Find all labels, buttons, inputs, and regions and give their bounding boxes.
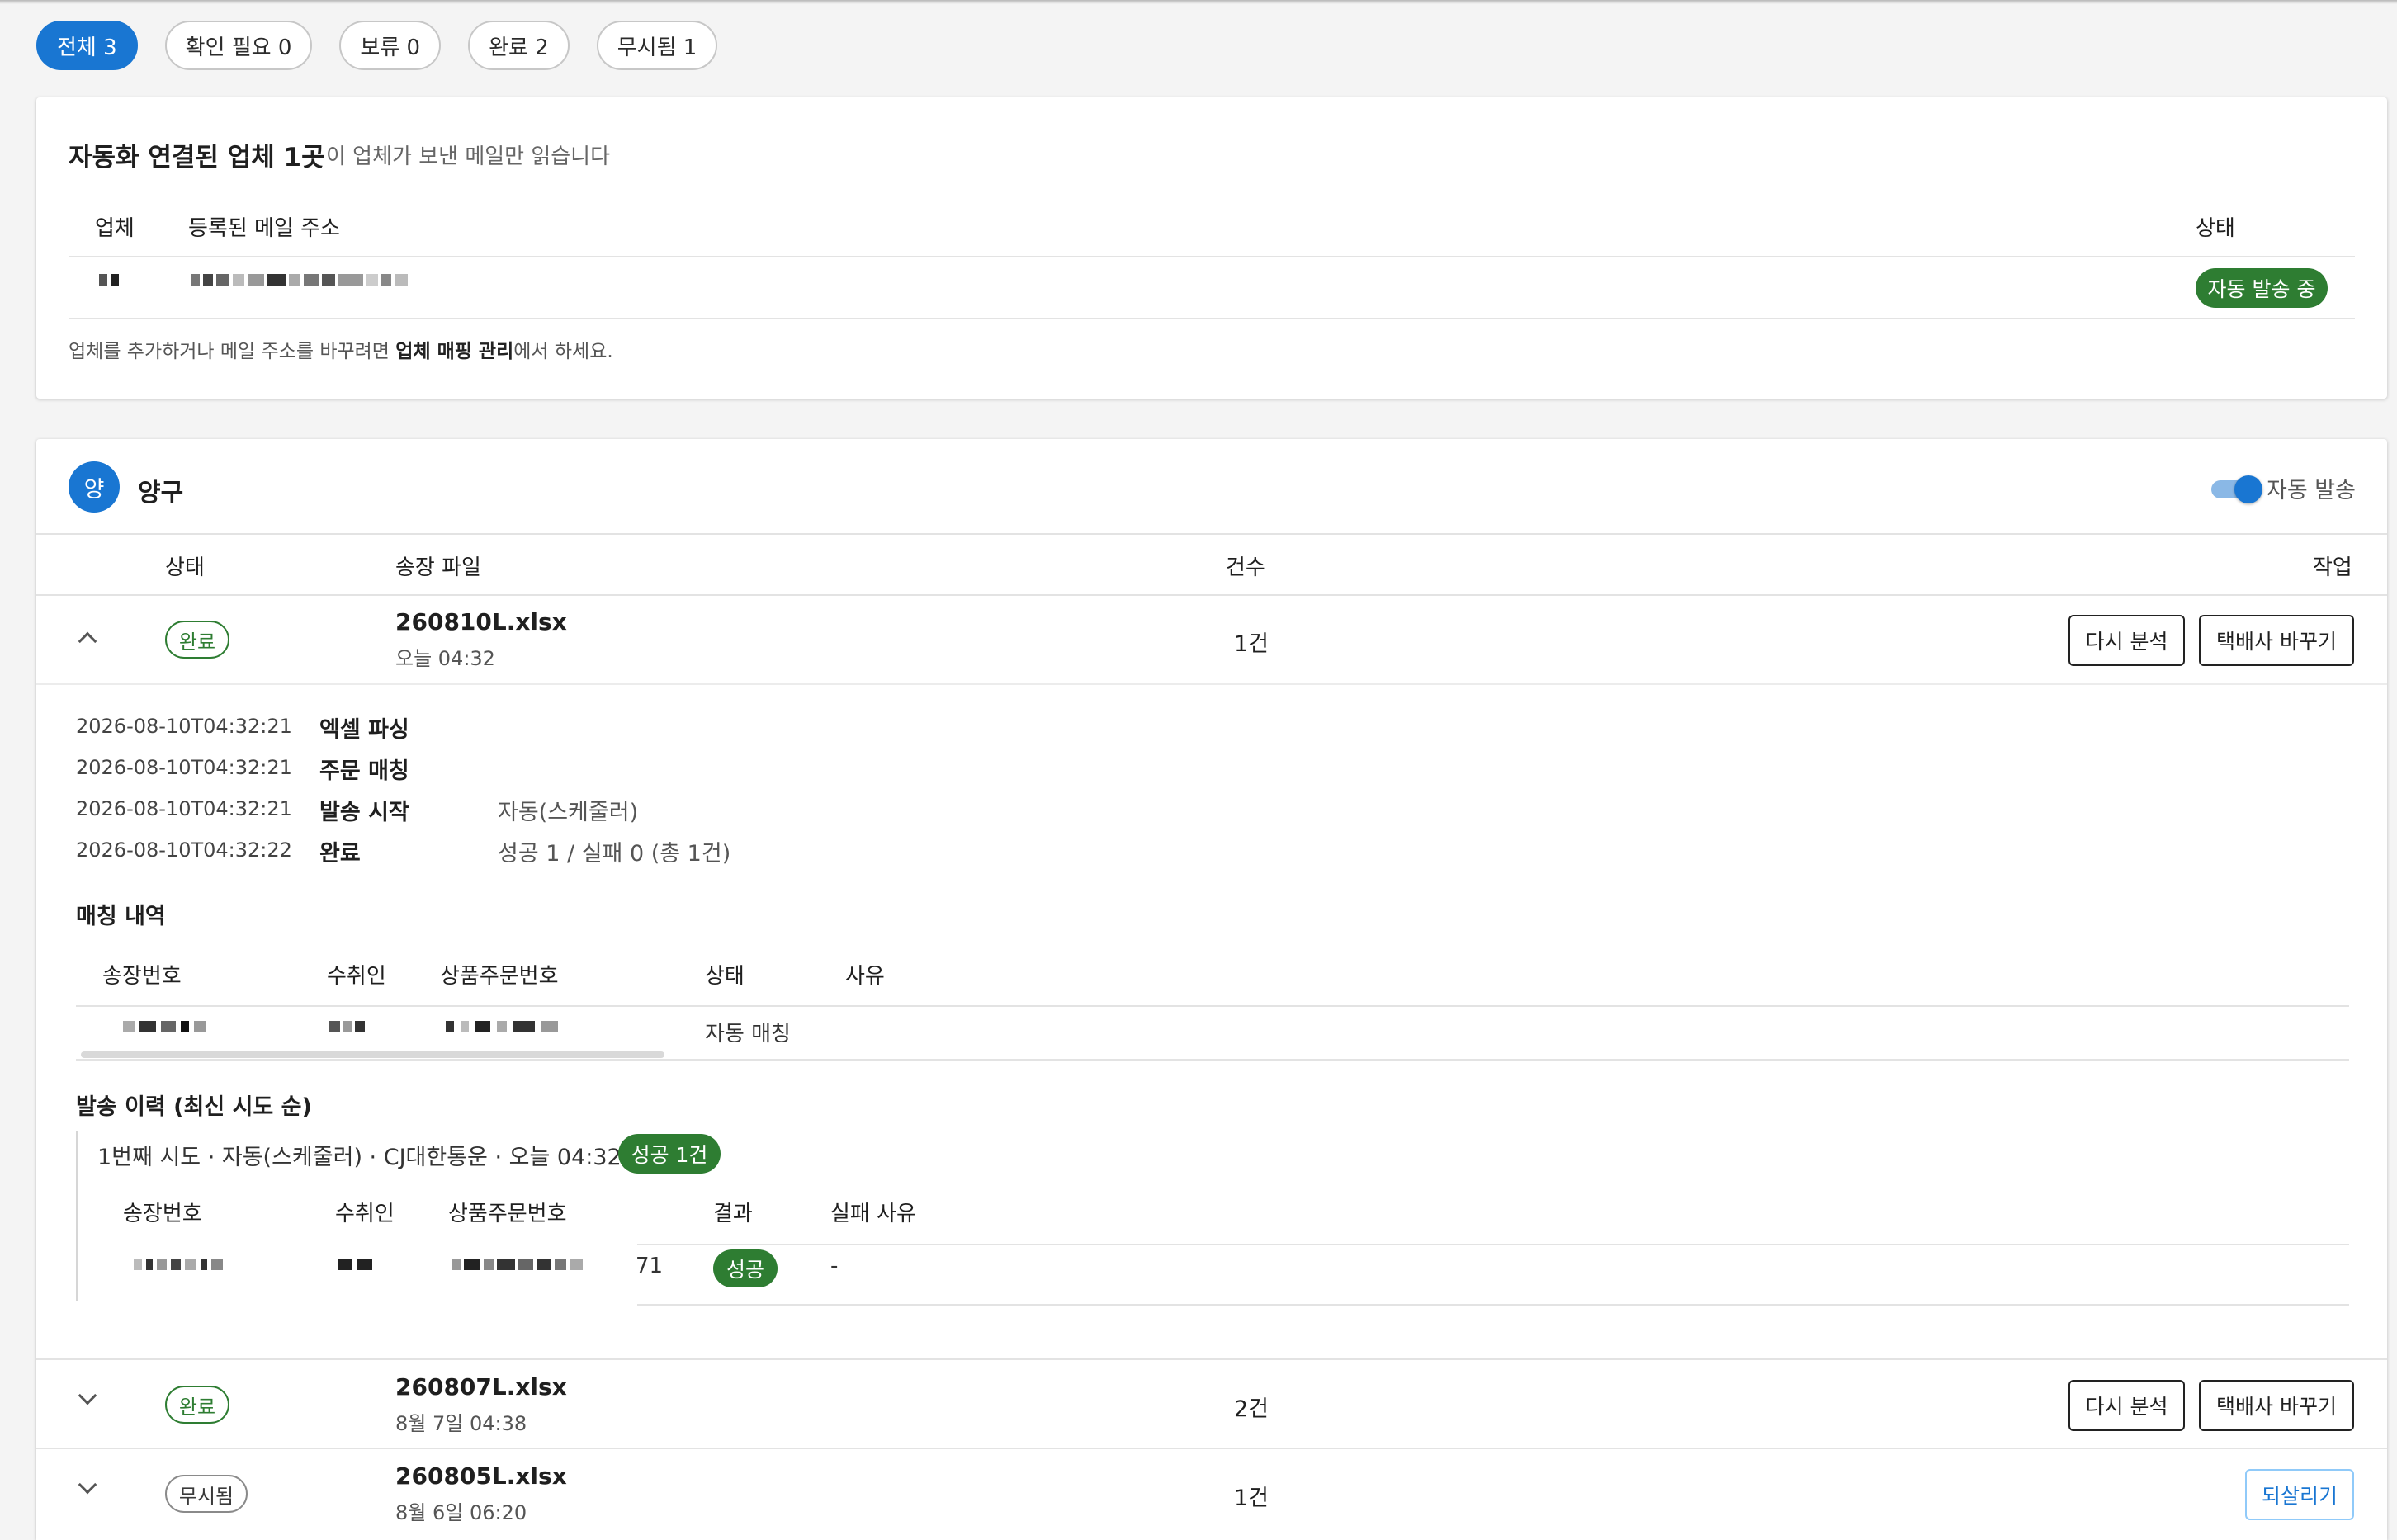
file-name-header: 송장 파일	[395, 555, 481, 580]
auto-send-label: 자동 발송	[2267, 478, 2356, 503]
history-header-recipient: 수취인	[335, 1202, 395, 1226]
filter-chip-all[interactable]: 전체 3	[36, 21, 138, 70]
file-status-pill: 완료	[165, 1386, 229, 1424]
file-row[interactable]: 완료 260807L.xlsx 8월 7일 04:38 2건 다시 분석 택배사…	[36, 1360, 2387, 1448]
matching-title: 매칭 내역	[76, 904, 166, 929]
history-recipient-redacted	[338, 1259, 372, 1270]
history-header-order-no: 상품주문번호	[448, 1202, 567, 1226]
history-invoice-redacted	[134, 1259, 223, 1270]
toggle-thumb	[2234, 475, 2262, 503]
vendor-name: 양구	[138, 479, 184, 508]
file-action-header: 작업	[2313, 555, 2352, 580]
vendor-status-badge: 자동 발송 중	[2196, 268, 2328, 308]
log-step: 주문 매칭	[319, 758, 409, 784]
attempt-summary: 1번째 시도 · 자동(스케줄러) · CJ대한통운 · 오늘 04:32	[97, 1145, 622, 1170]
matching-header-status: 상태	[705, 964, 745, 989]
vendor-section-card: 양 양구 자동 발송 상태 송장 파일 건수 작업 완료 260810L.xls…	[36, 439, 2387, 1540]
log-detail: 성공 1 / 실패 0 (총 1건)	[498, 841, 731, 867]
history-header-result: 결과	[713, 1202, 753, 1226]
divider	[69, 318, 2355, 319]
file-row[interactable]: 무시됨 260805L.xlsx 8월 6일 06:20 1건 되살리기	[36, 1449, 2387, 1537]
matching-header-reason: 사유	[845, 964, 885, 989]
divider	[76, 1005, 2349, 1007]
vendors-card-subtitle: 이 업체가 보낸 메일만 읽습니다	[326, 144, 611, 169]
divider	[69, 256, 2355, 257]
matching-header-order-no: 상품주문번호	[440, 964, 559, 989]
log-step: 엑셀 파싱	[319, 717, 409, 743]
expand-chevron-icon[interactable]	[78, 1386, 97, 1405]
note-text-pre: 업체를 추가하거나 메일 주소를 바꾸려면	[69, 341, 396, 362]
log-step: 완료	[319, 841, 361, 867]
log-timestamp: 2026-08-10T04:32:21	[76, 715, 292, 738]
file-count: 2건	[1234, 1396, 1269, 1422]
status-column-header: 상태	[2196, 216, 2235, 241]
status-filter-chips: 전체 3 확인 필요 0 보류 0 완료 2 무시됨 1	[36, 21, 718, 70]
filter-chip-done[interactable]: 완료 2	[468, 21, 570, 70]
file-name: 260807L.xlsx	[395, 1373, 567, 1401]
file-time: 오늘 04:32	[395, 647, 495, 670]
file-name: 260805L.xlsx	[395, 1462, 567, 1490]
matching-row-status: 자동 매칭	[705, 1022, 791, 1046]
note-text-post: 에서 하세요.	[513, 341, 613, 362]
expand-chevron-icon[interactable]	[78, 1475, 97, 1495]
file-status-header: 상태	[165, 555, 205, 580]
vendor-mapping-link[interactable]: 업체 매핑 관리	[395, 341, 513, 362]
email-address-redacted	[191, 274, 408, 286]
log-timestamp: 2026-08-10T04:32:22	[76, 838, 292, 862]
filter-chip-needs-review[interactable]: 확인 필요 0	[164, 21, 313, 70]
file-status-pill: 무시됨	[165, 1475, 248, 1513]
change-courier-button[interactable]: 택배사 바꾸기	[2199, 615, 2354, 666]
filter-chip-ignored[interactable]: 무시됨 1	[596, 21, 718, 70]
email-column-header: 등록된 메일 주소	[188, 216, 340, 241]
log-timestamp: 2026-08-10T04:32:21	[76, 797, 292, 820]
file-status-pill: 완료	[165, 621, 229, 659]
recipient-redacted	[329, 1021, 365, 1032]
log-detail: 자동(스케줄러)	[498, 800, 639, 825]
filter-chip-on-hold[interactable]: 보류 0	[339, 21, 442, 70]
history-order-redacted	[452, 1259, 583, 1270]
auto-send-toggle[interactable]	[2211, 475, 2262, 503]
history-order-suffix: 71	[636, 1254, 664, 1278]
vendor-mapping-note: 업체를 추가하거나 메일 주소를 바꾸려면 업체 매핑 관리에서 하세요.	[69, 335, 613, 363]
file-row[interactable]: 완료 260810L.xlsx 오늘 04:32 1건 다시 분석 택배사 바꾸…	[36, 596, 2387, 683]
change-courier-button[interactable]: 택배사 바꾸기	[2199, 1380, 2354, 1431]
matching-header-recipient: 수취인	[327, 964, 386, 989]
history-row-reason: -	[830, 1254, 839, 1278]
log-timestamp: 2026-08-10T04:32:21	[76, 756, 292, 779]
file-count: 1건	[1234, 1486, 1269, 1511]
vendor-column-header: 업체	[95, 216, 135, 241]
divider	[36, 683, 2387, 685]
vendors-card-title: 자동화 연결된 업체 1곳	[69, 143, 325, 172]
file-time: 8월 6일 06:20	[395, 1501, 527, 1524]
file-time: 8월 7일 04:38	[395, 1412, 527, 1435]
history-result-badge: 성공	[713, 1249, 778, 1287]
restore-button[interactable]: 되살리기	[2245, 1469, 2354, 1520]
file-name: 260810L.xlsx	[395, 608, 567, 635]
matching-header-invoice: 송장번호	[102, 964, 182, 989]
top-shadow	[0, 0, 2397, 4]
history-header-invoice: 송장번호	[123, 1202, 202, 1226]
matching-table-scrollbar[interactable]	[81, 1051, 664, 1058]
attempt-border	[76, 1131, 78, 1301]
connected-vendors-card: 자동화 연결된 업체 1곳 이 업체가 보낸 메일만 읽습니다 업체 등록된 메…	[36, 97, 2387, 399]
reanalyze-button[interactable]: 다시 분석	[2068, 1380, 2185, 1431]
vendor-avatar: 양	[69, 461, 120, 513]
history-header-reason: 실패 사유	[830, 1202, 916, 1226]
divider	[637, 1304, 2349, 1306]
file-count: 1건	[1234, 631, 1269, 657]
collapse-chevron-icon[interactable]	[78, 631, 97, 651]
log-step: 발송 시작	[319, 800, 409, 825]
invoice-number-redacted	[123, 1021, 206, 1032]
file-count-header: 건수	[1226, 555, 1265, 580]
divider	[36, 533, 2387, 535]
history-title: 발송 이력 (최신 시도 순)	[76, 1094, 312, 1120]
vendor-name-redacted	[99, 274, 119, 286]
order-number-redacted	[446, 1021, 558, 1032]
attempt-result-badge: 성공 1건	[618, 1134, 721, 1174]
divider	[76, 1059, 2349, 1061]
divider	[637, 1244, 2349, 1245]
reanalyze-button[interactable]: 다시 분석	[2068, 615, 2185, 666]
